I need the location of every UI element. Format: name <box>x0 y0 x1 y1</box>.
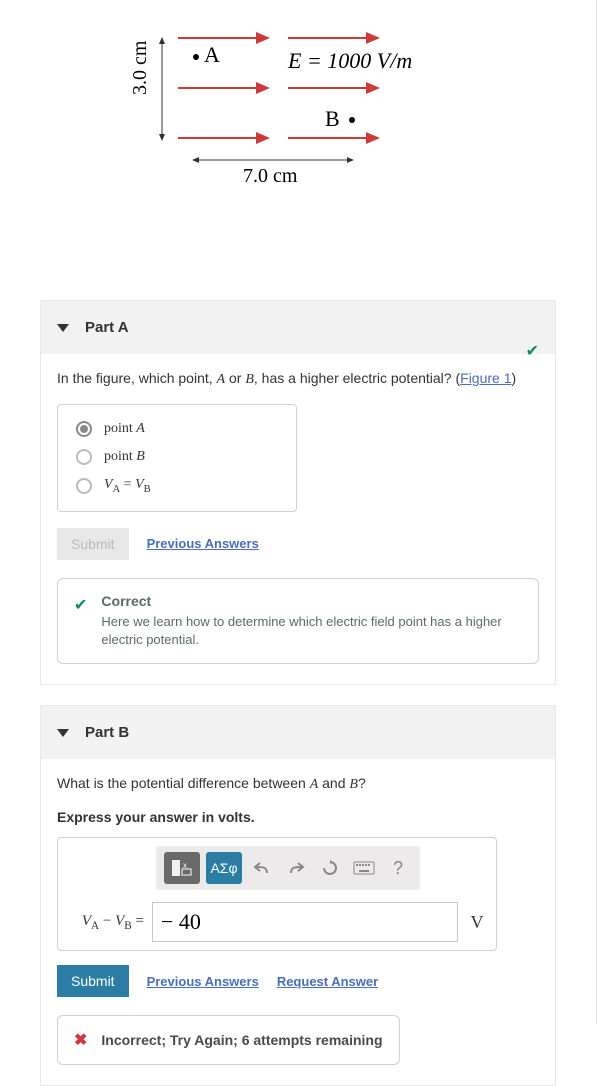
lmin: − <box>99 913 115 929</box>
submit-button-b[interactable]: Submit <box>57 965 129 997</box>
part-a-options: point A point B VA = VB <box>57 404 297 512</box>
radio-selected-icon <box>76 421 92 437</box>
feedback-correct: ✔ Correct Here we learn how to determine… <box>57 578 539 664</box>
part-a-title: Part A <box>85 319 129 336</box>
oc-va: V <box>104 477 113 492</box>
point-b-label: B <box>325 106 340 131</box>
part-a: Part A ✔ In the figure, which point, A o… <box>40 300 556 685</box>
efield-label: E = 1000 V/m <box>287 48 412 73</box>
x-axis-label: 7.0 cm <box>243 165 298 187</box>
option-point-b[interactable]: point B <box>76 449 278 465</box>
incorrect-text: Incorrect; Try Again; 6 attempts remaini… <box>101 1032 382 1048</box>
figure-link[interactable]: Figure 1 <box>460 370 511 386</box>
unit-label: V <box>466 912 488 933</box>
feedback-text: Here we learn how to determine which ele… <box>101 613 522 649</box>
part-b-title: Part B <box>85 724 129 741</box>
lsb: B <box>124 920 132 932</box>
radio-icon <box>76 478 92 494</box>
point-a-label: A <box>204 42 220 67</box>
qa-or: or <box>225 370 245 386</box>
collapse-icon <box>57 729 69 737</box>
lhs-label: VA − VB = <box>66 913 144 932</box>
greek-button[interactable]: ΑΣφ <box>206 852 242 884</box>
qa-end: ) <box>512 370 517 386</box>
previous-answers-link-a[interactable]: Previous Answers <box>147 536 259 551</box>
keyboard-icon[interactable] <box>350 852 378 884</box>
feedback-title: Correct <box>101 593 522 609</box>
oa-m: A <box>136 421 145 436</box>
feedback-incorrect: ✖ Incorrect; Try Again; 6 attempts remai… <box>57 1015 400 1065</box>
previous-answers-link-b[interactable]: Previous Answers <box>147 974 259 989</box>
qb-end: ? <box>358 775 366 791</box>
part-a-question: In the figure, which point, A or B, has … <box>57 368 539 390</box>
check-icon: ✔ <box>74 595 87 615</box>
answer-box: x ΑΣφ ? VA − VB = V <box>57 837 497 951</box>
reset-icon[interactable] <box>316 852 344 884</box>
oc-sb: B <box>144 484 151 495</box>
x-icon: ✖ <box>74 1030 87 1050</box>
lsa: A <box>91 920 99 932</box>
part-b-header[interactable]: Part B <box>41 706 555 759</box>
submit-button-a: Submit <box>57 528 129 560</box>
qa-prefix: In the figure, which point, <box>57 370 217 386</box>
oc-eq: = <box>120 477 135 492</box>
collapse-icon <box>57 324 69 332</box>
qb-b: B <box>349 777 358 792</box>
part-b-instructions: Express your answer in volts. <box>57 809 539 825</box>
undo-icon[interactable] <box>248 852 276 884</box>
option-va-eq-vb[interactable]: VA = VB <box>76 477 278 495</box>
leq: = <box>132 913 144 929</box>
y-axis-label: 3.0 cm <box>129 40 151 95</box>
efield-diagram: 3.0 cm A E = 1000 V/m B 7.0 cm <box>128 20 468 190</box>
part-a-header[interactable]: Part A ✔ <box>41 301 555 354</box>
figure-area: 3.0 cm A E = 1000 V/m B 7.0 cm <box>0 0 596 290</box>
request-answer-link[interactable]: Request Answer <box>277 974 378 989</box>
qb-prefix: What is the potential difference between <box>57 775 310 791</box>
oc-vb: V <box>135 477 144 492</box>
input-toolbar: x ΑΣφ ? <box>156 846 420 890</box>
qb-mid: and <box>318 775 349 791</box>
ob-p: point <box>104 449 136 464</box>
qb-a: A <box>310 777 319 792</box>
lvb: V <box>115 913 124 929</box>
qa-suffix: , has a higher electric potential? ( <box>254 370 460 386</box>
part-b-question: What is the potential difference between… <box>57 773 539 795</box>
oa-p: point <box>104 421 136 436</box>
qa-b: B <box>245 372 254 387</box>
lva: V <box>82 913 91 929</box>
template-icon[interactable]: x <box>164 852 200 884</box>
redo-icon[interactable] <box>282 852 310 884</box>
qa-a: A <box>217 372 226 387</box>
radio-icon <box>76 449 92 465</box>
help-icon[interactable]: ? <box>384 852 412 884</box>
answer-input[interactable] <box>152 902 458 942</box>
ob-m: B <box>136 449 145 464</box>
check-icon: ✔ <box>526 341 539 361</box>
part-b: Part B What is the potential difference … <box>40 705 556 1086</box>
option-point-a[interactable]: point A <box>76 421 278 437</box>
